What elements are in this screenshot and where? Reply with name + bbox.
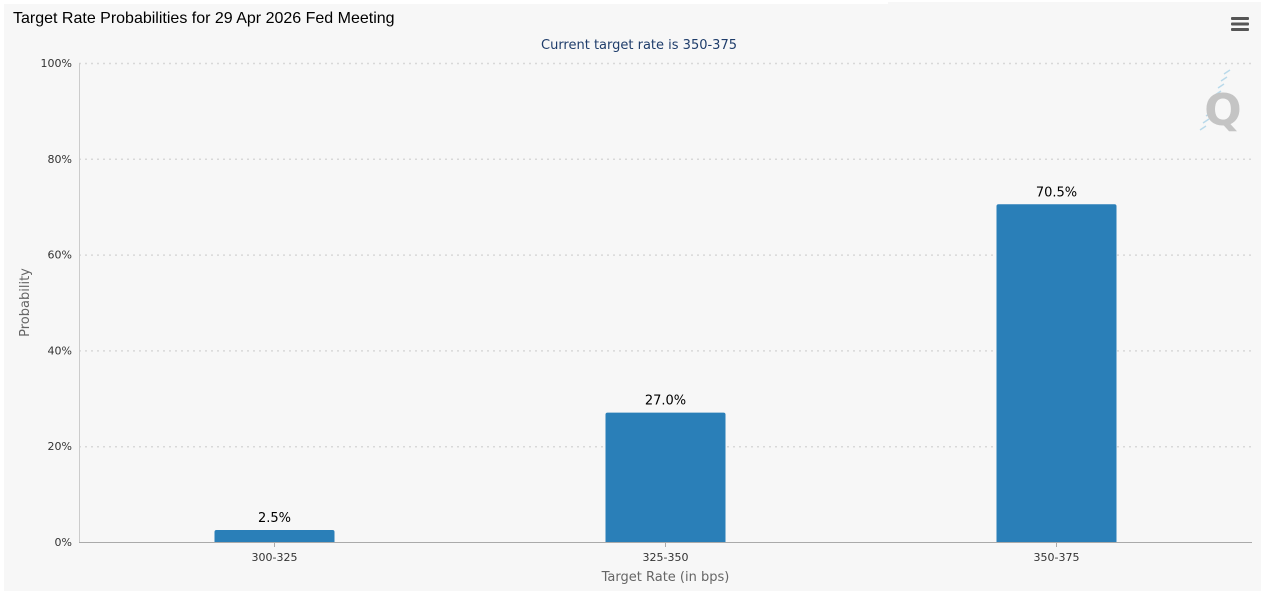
y-axis-title: Probability: [18, 268, 33, 337]
y-tick-label: 0%: [55, 536, 72, 549]
bar-chart: Current target rate is 350-375 0% 20% 40% 60…: [18, 38, 1252, 585]
y-tick-label: 40%: [48, 344, 72, 357]
y-tick-label: 20%: [48, 440, 72, 453]
data-label: 2.5%: [258, 511, 291, 526]
logo-stripe: [1223, 69, 1231, 75]
y-tick-label: 60%: [48, 249, 72, 262]
y-tick-label: 100%: [41, 57, 72, 70]
x-tick-label: 350-375: [1034, 551, 1080, 564]
bar-350-375[interactable]: [996, 204, 1117, 542]
data-label: 27.0%: [645, 394, 686, 409]
bar-325-350[interactable]: [605, 412, 726, 542]
x-tick-label: 325-350: [643, 551, 689, 564]
bar-300-325[interactable]: [214, 530, 335, 542]
x-tick-label: 300-325: [252, 551, 298, 564]
chart-subtitle: Current target rate is 350-375: [541, 38, 737, 53]
logo-stripe: [1220, 76, 1228, 82]
data-label: 70.5%: [1036, 185, 1077, 200]
logo-letter: Q: [1204, 85, 1241, 136]
y-tick-label: 80%: [48, 153, 72, 166]
x-axis-title: Target Rate (in bps): [601, 570, 730, 585]
q-logo-icon: Q: [1199, 69, 1242, 136]
